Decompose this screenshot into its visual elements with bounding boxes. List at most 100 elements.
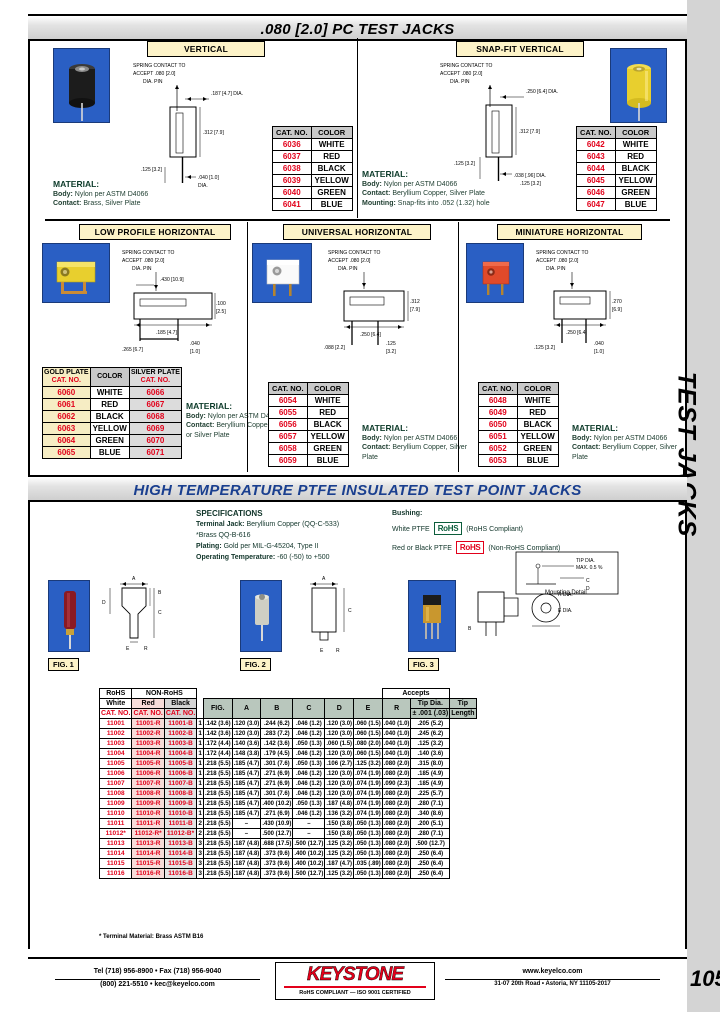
- svg-text:R: R: [336, 648, 340, 654]
- cell-c: .400 (10.2): [260, 798, 294, 809]
- photo-fig3: [408, 580, 456, 652]
- cell-tip-dia: .080 (2.0): [381, 798, 412, 809]
- photo-lowprofile-jack: [42, 243, 110, 303]
- cell-tip-length: .340 (8.6): [410, 808, 451, 819]
- table-row: 11005 11005-R 11005-B 1.218 (5.5) .185 (4.7)…: [98, 758, 477, 769]
- table-universal-catalog: CAT. NO. COLOR 6054 WHITE 6055 RED 6056 BLACK…: [268, 382, 349, 467]
- cell-tip-dia: .080 (2.0): [381, 838, 412, 849]
- svg-text:.265 [6.7]: .265 [6.7]: [122, 347, 143, 353]
- header-row-colors: White Red Black FIG. A B C D E R Tip Dia…: [98, 698, 477, 719]
- table-row: 6037 RED: [272, 150, 353, 163]
- drawing-fig2: A C E R: [290, 572, 400, 669]
- svg-text:.250 [6.4]: .250 [6.4]: [566, 330, 587, 336]
- cell-a: .218 (5.5): [202, 768, 233, 779]
- cell-a: .218 (5.5): [202, 828, 233, 839]
- divider-vertical-1: [357, 38, 358, 218]
- th-cat-no: CAT. NO.: [478, 382, 518, 395]
- material-lines: Body: Nylon per ASTM D4066 Contact: Beryl…: [572, 434, 682, 463]
- drawing-fig1: A D C B E R: [96, 572, 216, 669]
- label-low-profile-horizontal: LOW PROFILE HORIZONTAL: [79, 224, 231, 240]
- cell-color: GREEN: [89, 434, 130, 447]
- cell-r: .050 (1.3): [353, 828, 383, 839]
- cell-r: .050 (1.3): [353, 838, 383, 849]
- th-cat-no: CAT. NO.: [268, 382, 308, 395]
- cell-gold-cat-no: 6060: [42, 386, 91, 399]
- table-row: 6042 WHITE: [576, 138, 657, 151]
- cell-a: .218 (5.5): [202, 858, 233, 869]
- svg-text:DIA. PIN: DIA. PIN: [338, 266, 358, 272]
- cell-b: .185 (4.7): [231, 758, 262, 769]
- cell-b: .185 (4.7): [231, 808, 262, 819]
- cell-c: .430 (10.9): [260, 818, 294, 829]
- brand-name: KEYSTONE: [306, 964, 405, 985]
- cell-e: .125 (3.2): [324, 838, 355, 849]
- svg-text:.125 [3.2]: .125 [3.2]: [454, 161, 475, 167]
- cell-e: .150 (3.8): [324, 828, 355, 839]
- drawing-fig3: B R DIA. E DIA.: [462, 578, 592, 669]
- side-tab: TEST JACKS: [673, 0, 720, 1012]
- cell-a: .172 (4.4): [202, 738, 233, 749]
- table-row: 6059 BLUE: [268, 454, 349, 467]
- cell-tip-dia: .080 (2.0): [381, 868, 412, 879]
- cell-a: .218 (5.5): [202, 778, 233, 789]
- cell-r: .074 (1.9): [353, 788, 383, 799]
- th-color-white: White: [98, 698, 133, 709]
- table-row: 6040 GREEN: [272, 186, 353, 199]
- material-lines: Body: Nylon per ASTM D4066 Contact: Beryl…: [362, 180, 527, 209]
- svg-text:DIA. PIN: DIA. PIN: [546, 266, 566, 272]
- cell-cat-no: 6042: [576, 138, 616, 151]
- cell-d: .046 (1.2): [292, 808, 326, 819]
- cell-color: GREEN: [310, 186, 353, 199]
- cell-r: .074 (1.9): [353, 798, 383, 809]
- svg-text:A: A: [132, 576, 136, 582]
- th-color-red: Red: [131, 698, 165, 709]
- svg-text:SPRING CONTACT TO: SPRING CONTACT TO: [328, 250, 381, 256]
- bushing-white-post: (RoHS Compliant): [466, 526, 524, 533]
- table-row: 6052 GREEN: [478, 442, 559, 455]
- svg-text:[6.9]: [6.9]: [612, 307, 622, 313]
- cell-b: .185 (4.7): [231, 788, 262, 799]
- material-heading: MATERIAL:: [362, 169, 409, 179]
- svg-text:.430 [10.9]: .430 [10.9]: [160, 277, 184, 283]
- tbody-lowprofile: 6060 WHITE 6066 6061 RED 6067 6062 BLACK 6068 606…: [42, 386, 182, 459]
- cell-d: .050 (1.3): [292, 798, 326, 809]
- table-snapfit-catalog: CAT. NO. COLOR 6042 WHITE 6043 RED 6044 BLACK…: [576, 126, 657, 211]
- footer-tollfree: (800) 221-5510 • kec@keyelco.com: [100, 981, 215, 988]
- table-row: 11016 11016-R 11016-B 3.218 (5.5) .187 (4.8)…: [98, 868, 477, 879]
- cell-fig: 1: [196, 768, 204, 779]
- cell-cat-no-black: 11010-B: [163, 808, 198, 819]
- cell-cat-no: 6038: [272, 162, 312, 175]
- th-col-r: R: [381, 698, 412, 719]
- cell-tip-length: .250 (6.4): [410, 858, 451, 869]
- cell-b: .185 (4.7): [231, 778, 262, 789]
- th-col-c: C: [292, 698, 326, 719]
- material-line: Body: Nylon per ASTM D4066: [53, 190, 149, 198]
- cell-r: .060 (1.5): [353, 718, 383, 729]
- cell-cat-no: 6056: [268, 418, 308, 431]
- material-heading: MATERIAL:: [362, 423, 409, 433]
- cell-d: –: [292, 818, 326, 829]
- table-row: 11004 11004-R 11004-B 1.172 (4.4) .148 (3.8)…: [98, 748, 477, 759]
- cell-cat-no: 6057: [268, 430, 308, 443]
- cell-color: WHITE: [89, 386, 130, 399]
- table-row: 6050 BLACK: [478, 418, 559, 431]
- cell-cat-no-red: 11004-R: [131, 748, 165, 759]
- cell-cat-no-red: 11016-R: [131, 868, 165, 879]
- photo-universal-jack: [252, 243, 312, 303]
- cell-cat-no-red: 11006-R: [131, 768, 165, 779]
- material-line: Body: Nylon per ASTM D4066: [362, 180, 458, 188]
- material-heading: MATERIAL:: [572, 423, 619, 433]
- cell-fig: 1: [196, 798, 204, 809]
- th-catno-red: CAT. NO.: [131, 708, 165, 719]
- cell-cat-no-red: 11003-R: [131, 738, 165, 749]
- cell-a: .218 (5.5): [202, 788, 233, 799]
- cell-cat-no-black: 11009-B: [163, 798, 198, 809]
- svg-text:D: D: [102, 600, 106, 606]
- table-row: 11003 11003-R 11003-B 1.172 (4.4) .140 (3.6)…: [98, 738, 477, 749]
- table-vertical-catalog: CAT. NO. COLOR 6036 WHITE 6037 RED 6038 BLACK…: [272, 126, 353, 211]
- spec-line: Plating: Gold per MIL-G-45204, Type II: [196, 543, 319, 550]
- cell-cat-no-white: 11014: [98, 848, 133, 859]
- specs-heading: SPECIFICATIONS: [196, 509, 263, 518]
- cell-c: .301 (7.6): [260, 758, 294, 769]
- cell-d: .046 (1.2): [292, 768, 326, 779]
